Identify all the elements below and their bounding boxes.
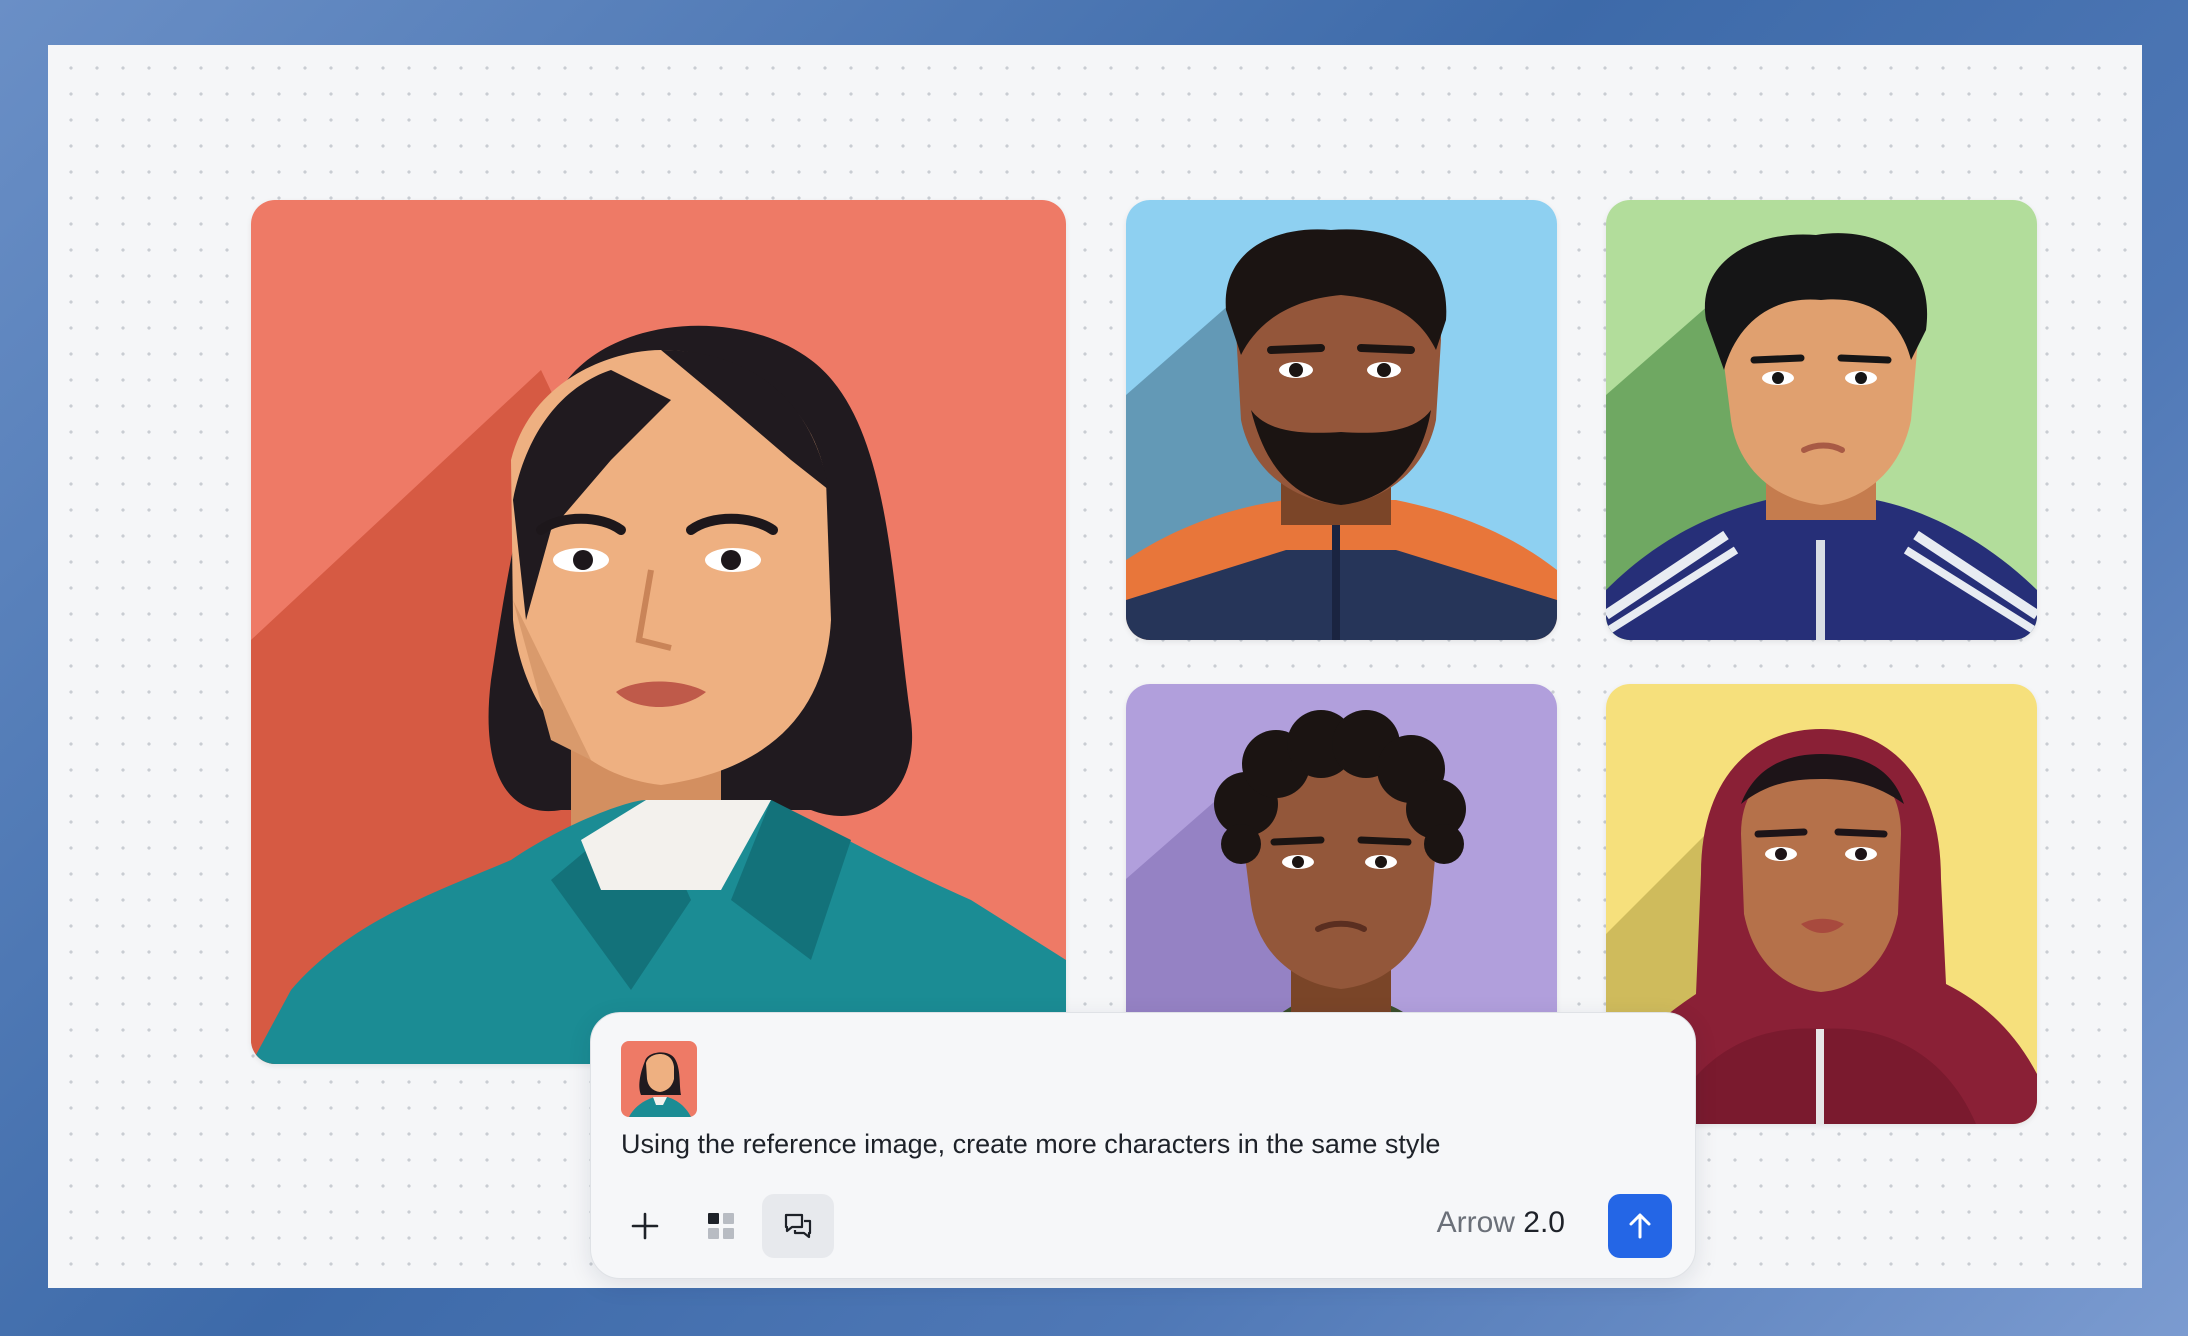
- reference-thumbnail-image: [621, 1041, 697, 1117]
- grid-button[interactable]: [685, 1194, 757, 1258]
- send-button[interactable]: [1608, 1194, 1672, 1258]
- image-woman-teal-jacket[interactable]: [251, 200, 1066, 1064]
- model-name: Arrow: [1436, 1206, 1515, 1239]
- image-bearded-man-orange-jacket[interactable]: [1126, 200, 1557, 640]
- portrait-illustration: [1606, 200, 2037, 640]
- grid-icon: [708, 1213, 734, 1239]
- arrow-up-icon: [1629, 1213, 1651, 1239]
- portrait-illustration: [1126, 200, 1557, 640]
- portrait-illustration: [251, 200, 1066, 1064]
- prompt-composer: Using the reference image, create more c…: [590, 1012, 1696, 1279]
- add-button[interactable]: [609, 1194, 681, 1258]
- reference-thumbnail[interactable]: [621, 1041, 697, 1117]
- model-version: 2.0: [1523, 1206, 1565, 1239]
- add-icon: [631, 1212, 659, 1240]
- prompt-text[interactable]: Using the reference image, create more c…: [621, 1125, 1665, 1163]
- image-man-navy-track-jacket[interactable]: [1606, 200, 2037, 640]
- model-selector[interactable]: Arrow 2.0: [1437, 1206, 1565, 1240]
- chat-icon: [784, 1213, 812, 1239]
- canvas: Using the reference image, create more c…: [48, 45, 2142, 1288]
- chat-button[interactable]: [762, 1194, 834, 1258]
